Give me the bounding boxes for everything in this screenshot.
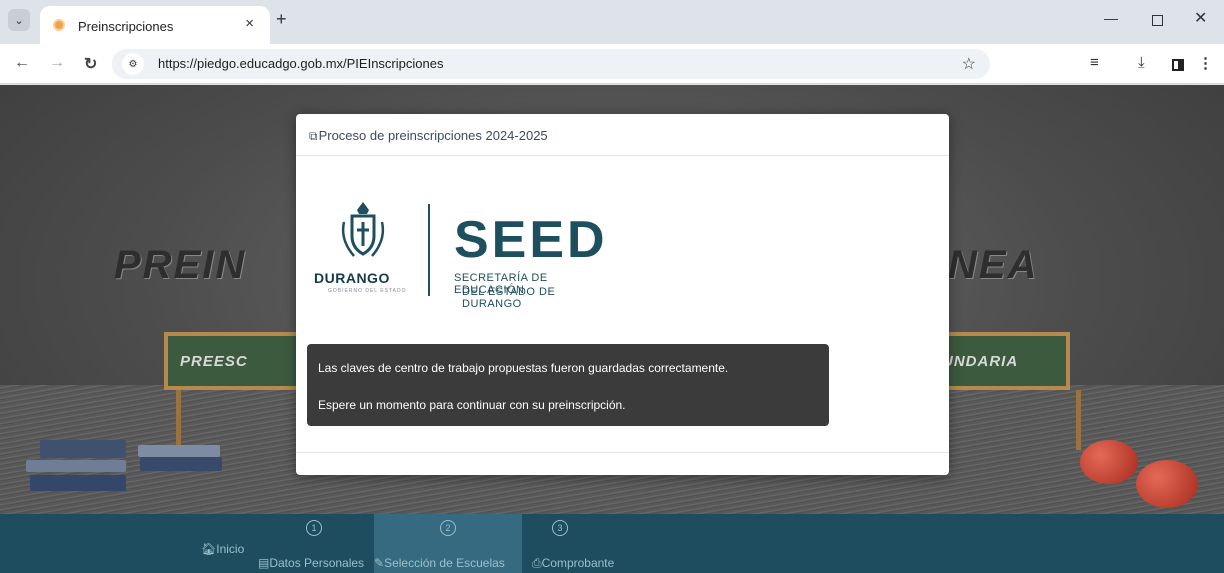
durango-crest-icon [341, 202, 385, 257]
seed-logo: DURANGO GOBIERNO DEL ESTADO SEED SECRETA… [314, 200, 614, 310]
toast-message-line1: Las claves de centro de trabajo propuest… [318, 361, 729, 375]
media-control-icon[interactable]: ≡ [1090, 54, 1099, 71]
step-navigation: 🏠︎Inicio 1 ▤Datos Personales 2 ✎Selecció… [0, 514, 1224, 573]
tab-close-button[interactable]: × [245, 15, 254, 32]
pencil-icon: ✎ [374, 556, 385, 570]
step-seleccion-escuelas[interactable]: 2 ✎Selección de Escuelas [374, 514, 522, 573]
step-label-text: Comprobante [541, 556, 615, 570]
forward-icon[interactable]: → [49, 54, 65, 72]
link-icon: ⧉ [309, 129, 318, 143]
menu-icon[interactable]: ⋮ [1198, 54, 1213, 72]
nav-inicio-label: Inicio [216, 542, 245, 556]
modal-footer-divider [296, 452, 949, 453]
print-icon: ⎙ [532, 556, 542, 570]
durango-subtitle: GOBIERNO DEL ESTADO [328, 288, 407, 294]
banner-text-right: NEA [948, 243, 1039, 287]
durango-wordmark: DURANGO [314, 270, 390, 286]
modal-header: ⧉Proceso de preinscripciones 2024-2025 [296, 114, 949, 156]
chalkboard-right: UNDARIA [930, 332, 1070, 390]
modal-title: ⧉Proceso de preinscripciones 2024-2025 [309, 128, 548, 144]
step-label: ▤Datos Personales [258, 556, 364, 570]
browser-toolbar: ← → ↻ ⚙ https://piedgo.educadgo.gob.mx/P… [0, 44, 1224, 84]
favicon-icon [53, 19, 65, 31]
new-tab-button[interactable]: + [276, 9, 287, 30]
chalkboard-right-text: UNDARIA [942, 353, 1019, 370]
url-text[interactable]: https://piedgo.educadgo.gob.mx/PIEInscri… [158, 56, 443, 71]
home-icon: 🏠︎ [201, 542, 217, 556]
page-background: PREIN NEA PREESC UNDARIA 🏠︎Inicio 1 ▤Dat… [0, 85, 1224, 573]
chalkboard-left-text: PREESC [180, 353, 248, 370]
seed-subtitle-line2: DEL ESTADO DE DURANGO [462, 286, 556, 310]
book-illustration [40, 440, 126, 458]
step-label-text: Datos Personales [269, 556, 365, 570]
address-bar[interactable]: ⚙ https://piedgo.educadgo.gob.mx/PIEInsc… [112, 49, 990, 79]
book-illustration [140, 457, 222, 471]
side-panel-icon[interactable] [1172, 59, 1184, 71]
nav-inicio-link[interactable]: 🏠︎Inicio [201, 542, 244, 556]
logo-divider [428, 204, 430, 296]
banner-text-left: PREIN [114, 243, 247, 287]
close-icon[interactable]: ✕ [1194, 8, 1207, 28]
tab-title: Preinscripciones [78, 19, 174, 34]
step-number: 2 [440, 520, 456, 536]
reload-icon[interactable]: ↻ [84, 54, 97, 74]
back-icon[interactable]: ← [14, 54, 30, 72]
download-icon[interactable]: ⤓ [1138, 54, 1145, 71]
toast-message-line2: Espere un momento para continuar con su … [318, 398, 626, 412]
easel-leg [176, 390, 181, 450]
browser-tab-strip: ⌄ Preinscripciones × + — ✕ [0, 0, 1224, 44]
form-icon: ▤ [258, 556, 270, 570]
step-label: ⎙Comprobante [532, 556, 614, 571]
minimize-icon[interactable]: — [1104, 10, 1118, 26]
step-datos-personales[interactable]: 1 ▤Datos Personales [256, 514, 374, 573]
site-info-icon[interactable]: ⚙ [122, 53, 144, 75]
modal-title-text: Proceso de preinscripciones 2024-2025 [318, 128, 548, 143]
step-label-text: Selección de Escuelas [384, 556, 505, 570]
book-illustration [26, 460, 126, 472]
easel-leg [1076, 390, 1081, 450]
tab-search-icon[interactable]: ⌄ [8, 9, 30, 31]
step-number: 1 [306, 520, 322, 536]
step-label: ✎Selección de Escuelas [374, 556, 505, 570]
preinscription-modal: ⧉Proceso de preinscripciones 2024-2025 D… [296, 114, 949, 475]
book-illustration [138, 445, 220, 457]
step-comprobante[interactable]: 3 ⎙Comprobante [522, 514, 622, 573]
browser-tab[interactable]: Preinscripciones × [40, 6, 270, 44]
success-toast: Las claves de centro de trabajo propuest… [307, 344, 829, 426]
maximize-icon[interactable] [1152, 15, 1163, 26]
seed-wordmark: SEED [454, 211, 608, 269]
step-number: 3 [552, 520, 568, 536]
book-illustration [30, 475, 126, 491]
apple-illustration [1080, 440, 1138, 484]
bookmark-star-icon[interactable]: ☆ [962, 54, 976, 74]
chalkboard-left: PREESC [164, 332, 304, 390]
apple-illustration [1136, 460, 1198, 508]
